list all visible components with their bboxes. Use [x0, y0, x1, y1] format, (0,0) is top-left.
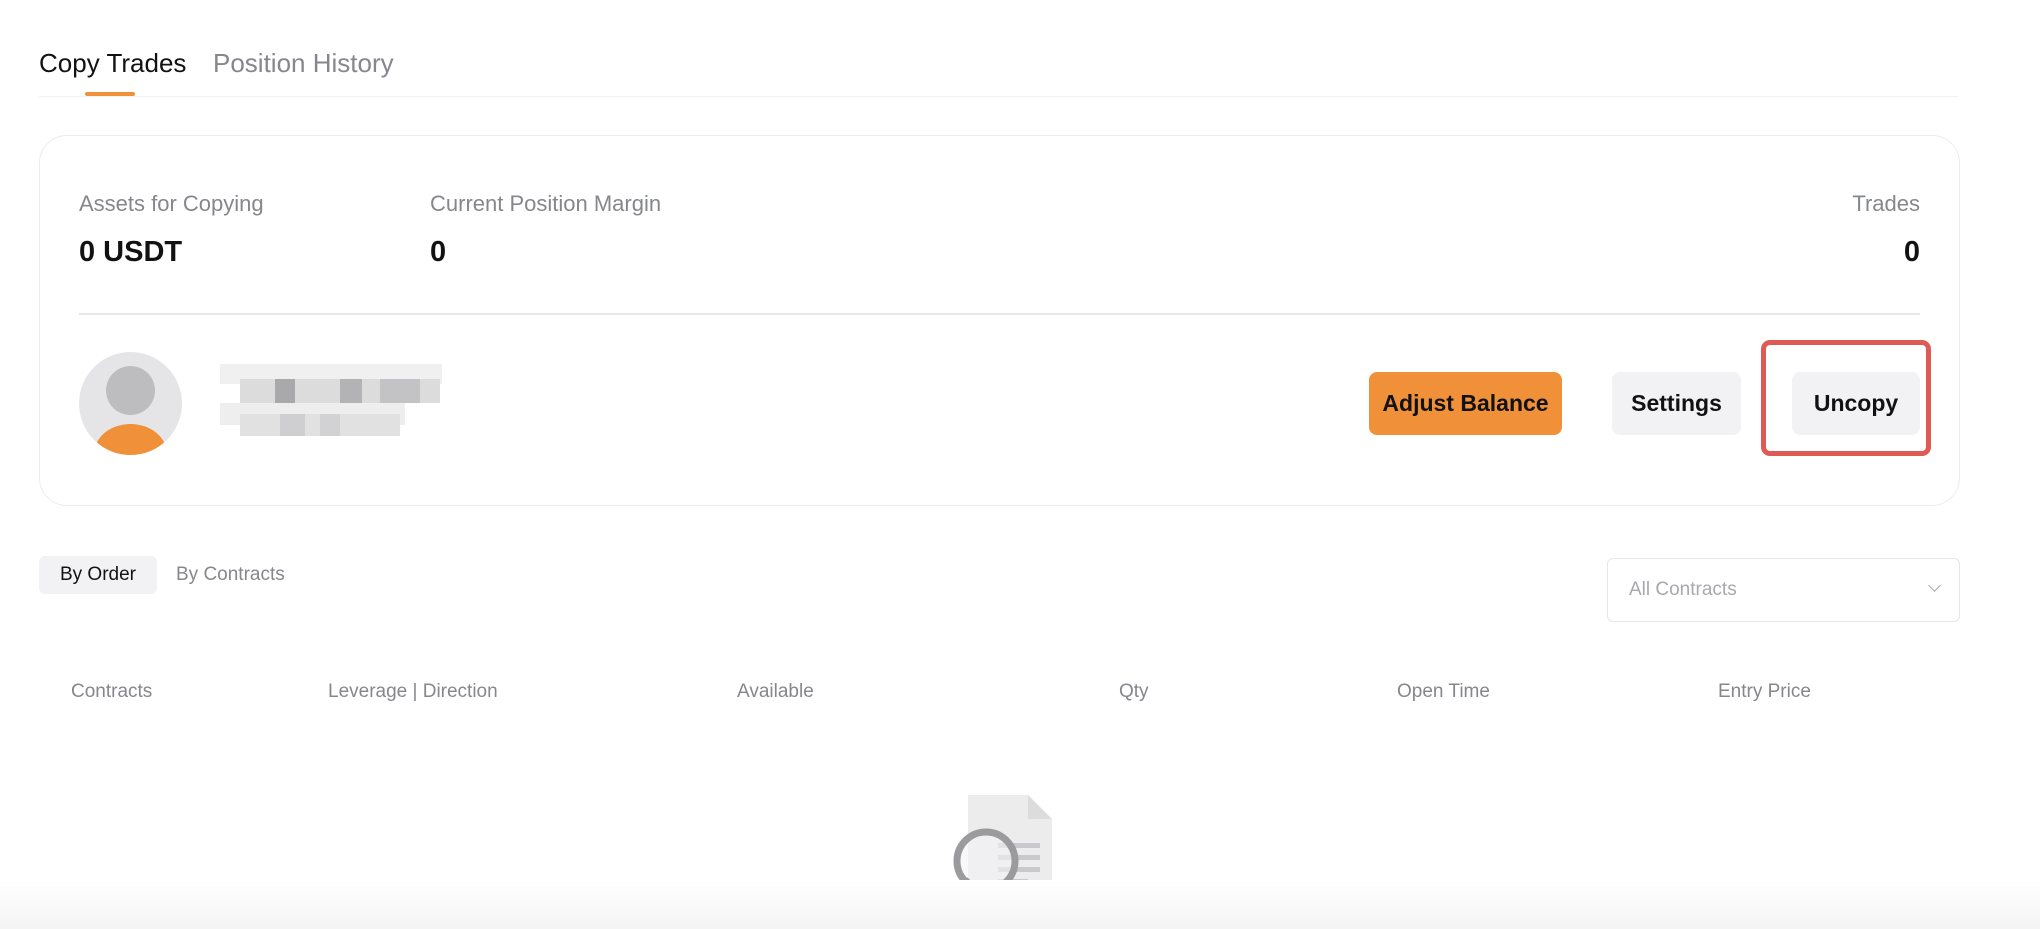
tab-by-order[interactable]: By Order: [39, 556, 157, 594]
col-qty: Qty: [1119, 681, 1149, 702]
active-tab-indicator: [85, 92, 135, 96]
trades-label: Trades: [1852, 191, 1920, 216]
assets-label: Assets for Copying: [79, 191, 264, 216]
adjust-balance-button[interactable]: Adjust Balance: [1369, 372, 1562, 435]
col-contracts: Contracts: [71, 681, 153, 702]
col-open-time: Open Time: [1397, 681, 1490, 702]
settings-button[interactable]: Settings: [1612, 372, 1741, 435]
copy-summary-card: Assets for Copying 0 USDT Current Positi…: [39, 135, 1960, 506]
assets-value: 0 USDT: [79, 236, 183, 268]
avatar-head-shape: [106, 366, 155, 415]
col-available: Available: [737, 681, 814, 702]
tab-position-history[interactable]: Position History: [213, 48, 394, 79]
bottom-fade: [0, 880, 2040, 929]
tab-copy-trades[interactable]: Copy Trades: [39, 48, 186, 79]
divider: [79, 313, 1920, 315]
margin-label: Current Position Margin: [430, 191, 662, 216]
uncopy-button[interactable]: Uncopy: [1792, 372, 1920, 435]
col-entry-price: Entry Price: [1718, 681, 1811, 702]
trades-value: 0: [1903, 236, 1920, 268]
margin-value: 0: [430, 236, 447, 268]
trader-name-pixelated: [220, 364, 442, 444]
avatar-icon: [79, 352, 182, 455]
col-leverage-direction: Leverage | Direction: [328, 681, 498, 702]
contracts-select-value: All Contracts: [1629, 579, 1737, 600]
avatar-body-shape: [94, 424, 167, 455]
contracts-select[interactable]: All Contracts: [1607, 558, 1960, 622]
chevron-down-icon: [1928, 579, 1941, 592]
tab-by-contracts[interactable]: By Contracts: [176, 556, 285, 594]
top-tabs: Copy Trades Position History: [39, 40, 1959, 97]
